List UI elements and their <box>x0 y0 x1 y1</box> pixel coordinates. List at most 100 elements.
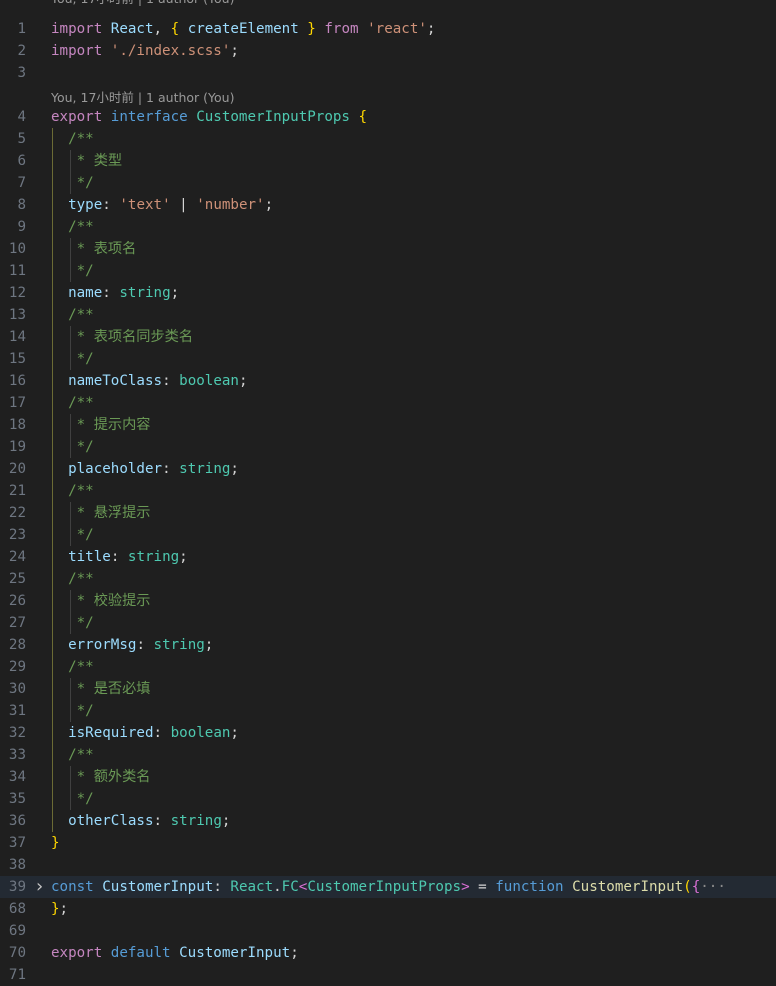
code-token: type <box>68 197 103 213</box>
code-line[interactable]: 1 import React, { createElement } from 'r… <box>0 18 776 40</box>
line-number: 38 <box>8 857 26 873</box>
code-line[interactable]: 27 */ <box>0 612 776 634</box>
code-token: export <box>51 109 103 125</box>
code-line[interactable]: 26 * 校验提示 <box>0 590 776 612</box>
code-token: : <box>162 373 180 389</box>
line-number: 26 <box>8 593 26 609</box>
code-line[interactable]: 29 /** <box>0 656 776 678</box>
code-line[interactable]: 16 nameToClass: boolean; <box>0 370 776 392</box>
code-line[interactable]: 11 */ <box>0 260 776 282</box>
code-line[interactable]: 3 <box>0 62 776 84</box>
codelens-author-top[interactable]: You, 17小时前 | 1 author (You) <box>0 0 776 18</box>
line-number: 21 <box>8 483 26 499</box>
codelens-text[interactable]: You, 17小时前 | 1 author (You) <box>51 0 234 10</box>
code-line[interactable]: 12 name: string; <box>0 282 776 304</box>
chevron-right-icon[interactable]: › <box>34 876 45 898</box>
code-token: : <box>153 725 171 741</box>
code-token: */ <box>68 791 94 807</box>
code-token: } <box>307 21 316 37</box>
code-line[interactable]: 70 export default CustomerInput; <box>0 942 776 964</box>
codelens-author[interactable]: You, 17小时前 | 1 author (You) <box>0 84 776 106</box>
code-line[interactable]: 31 */ <box>0 700 776 722</box>
code-line[interactable]: 35 */ <box>0 788 776 810</box>
code-line[interactable]: 14 * 表项名同步类名 <box>0 326 776 348</box>
code-line[interactable]: 21 /** <box>0 480 776 502</box>
code-line[interactable]: 36 otherClass: string; <box>0 810 776 832</box>
code-line[interactable]: 20 placeholder: string; <box>0 458 776 480</box>
code-line[interactable]: 2 import './index.scss'; <box>0 40 776 62</box>
code-token: : <box>110 549 128 565</box>
code-line[interactable]: 13 /** <box>0 304 776 326</box>
code-line[interactable]: 8 type: 'text' | 'number'; <box>0 194 776 216</box>
code-line[interactable]: 18 * 提示内容 <box>0 414 776 436</box>
code-token: string <box>127 549 180 565</box>
code-token: boolean <box>170 725 231 741</box>
code-token: createElement <box>187 21 299 37</box>
code-line[interactable]: 37} <box>0 832 776 854</box>
code-line[interactable]: 30 * 是否必填 <box>0 678 776 700</box>
code-token: */ <box>68 703 94 719</box>
code-line[interactable]: 28 errorMsg: string; <box>0 634 776 656</box>
line-number: 19 <box>8 439 26 455</box>
code-token: boolean <box>179 373 239 389</box>
code-token: CustomerInputProps <box>307 879 462 895</box>
code-token: , <box>153 21 171 37</box>
line-number: 17 <box>8 395 26 411</box>
line-number: 2 <box>17 43 26 59</box>
line-number: 36 <box>8 813 26 829</box>
code-line[interactable]: 34 * 额外类名 <box>0 766 776 788</box>
line-number: 20 <box>8 461 26 477</box>
code-text: }; <box>51 898 68 920</box>
code-line[interactable]: 25 /** <box>0 568 776 590</box>
code-line[interactable]: 68}; <box>0 898 776 920</box>
code-line[interactable]: 39 › const CustomerInput: React.FC<Custome… <box>0 876 776 898</box>
code-line[interactable]: 33 /** <box>0 744 776 766</box>
code-token: /** <box>68 307 94 323</box>
code-token: ··· <box>700 879 726 895</box>
code-line[interactable]: 5 /** <box>0 128 776 150</box>
line-number: 28 <box>8 637 26 653</box>
code-token: * 提示内容 <box>68 417 151 433</box>
code-line[interactable]: 32 isRequired: boolean; <box>0 722 776 744</box>
code-line[interactable]: 15 */ <box>0 348 776 370</box>
code-editor[interactable]: You, 17小时前 | 1 author (You) 1 import Reac… <box>0 0 776 986</box>
code-line[interactable]: 10 * 表项名 <box>0 238 776 260</box>
code-text: errorMsg: string; <box>51 634 213 656</box>
line-number: 35 <box>8 791 26 807</box>
code-text: */ <box>51 260 94 282</box>
code-text: name: string; <box>51 282 179 304</box>
code-line[interactable]: 9 /** <box>0 216 776 238</box>
code-token: * 额外类名 <box>68 769 151 785</box>
code-token: ; <box>264 197 274 213</box>
code-line[interactable]: 6 * 类型 <box>0 150 776 172</box>
code-line[interactable]: 4 export interface CustomerInputProps { <box>0 106 776 128</box>
code-line[interactable]: 7 */ <box>0 172 776 194</box>
line-number: 32 <box>8 725 26 741</box>
code-line[interactable]: 22 * 悬浮提示 <box>0 502 776 524</box>
code-token: CustomerInputProps <box>196 109 350 125</box>
line-number: 15 <box>8 351 26 367</box>
code-token: isRequired <box>68 725 154 741</box>
code-text: * 额外类名 <box>51 766 151 788</box>
code-line[interactable]: 24 title: string; <box>0 546 776 568</box>
code-token: */ <box>68 351 94 367</box>
code-text: /** <box>51 744 94 766</box>
code-line[interactable]: 38 <box>0 854 776 876</box>
code-line[interactable]: 23 */ <box>0 524 776 546</box>
code-line[interactable]: 69 <box>0 920 776 942</box>
code-line[interactable]: 17 /** <box>0 392 776 414</box>
code-token: errorMsg <box>68 637 137 653</box>
code-line[interactable]: 71 <box>0 964 776 986</box>
code-text: otherClass: string; <box>51 810 230 832</box>
code-line[interactable]: 19 */ <box>0 436 776 458</box>
